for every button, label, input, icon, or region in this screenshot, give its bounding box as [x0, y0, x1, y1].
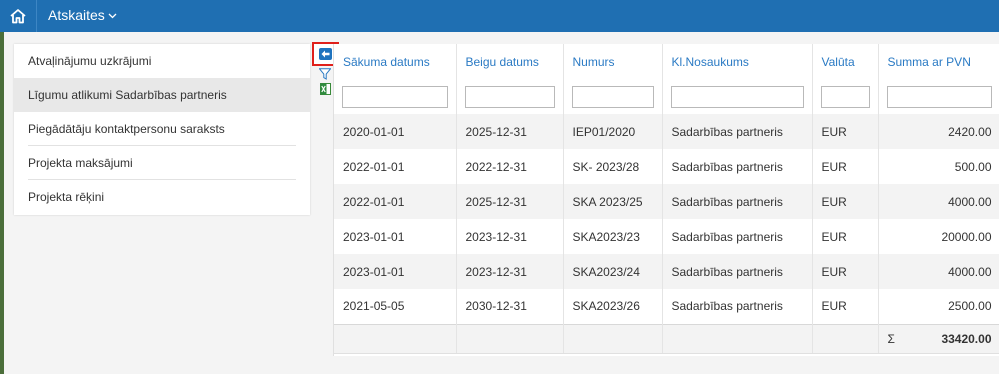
filter-start-date-input[interactable]	[342, 85, 448, 108]
table-row[interactable]: 2021-05-05 2030-12-31 SKA2023/26 Sadarbī…	[334, 289, 999, 324]
cell-currency: EUR	[812, 149, 879, 184]
filter-amount-input[interactable]	[886, 85, 992, 108]
filter-client-name-input[interactable]	[670, 85, 804, 108]
total-row: Σ 33420.00	[334, 323, 999, 354]
cell-currency: EUR	[812, 254, 879, 289]
cell-start-date: 2023-01-01	[334, 219, 457, 254]
cell-amount: 4000.00	[878, 254, 999, 289]
header-divider	[36, 0, 37, 32]
table-row[interactable]: 2020-01-01 2025-12-31 IEP01/2020 Sadarbī…	[334, 114, 999, 149]
report-item-contract-balances[interactable]: Līgumu atlikumi Sadarbības partneris	[14, 78, 310, 112]
table-row[interactable]: 2023-01-01 2023-12-31 SKA2023/24 Sadarbī…	[334, 254, 999, 289]
cell-number: SK- 2023/28	[563, 149, 663, 184]
header-row: Sākuma datums Beigu datums Numurs Kl.Nos…	[334, 44, 999, 79]
cell-currency: EUR	[812, 114, 879, 149]
cell-client-name: Sadarbības partneris	[662, 149, 813, 184]
filter-icon[interactable]	[319, 68, 331, 80]
cell-currency: EUR	[812, 219, 879, 254]
filter-currency-input[interactable]	[820, 85, 870, 108]
cell-start-date: 2021-05-05	[334, 289, 457, 324]
cell-end-date: 2030-12-31	[456, 289, 564, 324]
cell-amount: 20000.00	[878, 219, 999, 254]
report-item-vacation-accruals[interactable]: Atvaļinājumu uzkrājumi	[14, 44, 310, 78]
cell-end-date: 2025-12-31	[456, 114, 564, 149]
cell-client-name: Sadarbības partneris	[662, 114, 813, 149]
report-item-label: Atvaļinājumu uzkrājumi	[28, 54, 152, 68]
page-title: Atskaites	[48, 7, 105, 23]
total-value: 33420.00	[941, 331, 992, 346]
cell-start-date: 2020-01-01	[334, 114, 457, 149]
report-list: Atvaļinājumu uzkrājumi Līgumu atlikumi S…	[14, 44, 310, 215]
cell-amount: 4000.00	[878, 184, 999, 219]
sum-icon: Σ	[887, 331, 895, 346]
cell-amount: 2500.00	[878, 289, 999, 324]
cell-end-date: 2025-12-31	[456, 184, 564, 219]
report-item-label: Līgumu atlikumi Sadarbības partneris	[28, 88, 227, 102]
cell-currency: EUR	[812, 184, 879, 219]
cell-client-name: Sadarbības partneris	[662, 219, 813, 254]
cell-currency: EUR	[812, 289, 879, 324]
cell-start-date: 2022-01-01	[334, 184, 457, 219]
data-table: Sākuma datums Beigu datums Numurs Kl.Nos…	[334, 44, 999, 354]
table-row[interactable]: 2022-01-01 2025-12-31 SKA 2023/25 Sadarb…	[334, 184, 999, 219]
column-header-currency[interactable]: Valūta	[812, 44, 879, 79]
total-amount: Σ 33420.00	[878, 323, 999, 354]
report-item-project-payments[interactable]: Projekta maksājumi	[14, 146, 310, 180]
cell-end-date: 2022-12-31	[456, 149, 564, 184]
cell-number: SKA2023/24	[563, 254, 663, 289]
column-header-number[interactable]: Numurs	[563, 44, 663, 79]
top-bar: Atskaites	[0, 0, 999, 32]
filter-row	[334, 79, 999, 114]
table-row[interactable]: 2023-01-01 2023-12-31 SKA2023/23 Sadarbī…	[334, 219, 999, 254]
cell-number: SKA2023/23	[563, 219, 663, 254]
cell-amount: 500.00	[878, 149, 999, 184]
report-item-label: Projekta maksājumi	[28, 156, 133, 170]
reports-menu[interactable]: Atskaites	[48, 7, 117, 23]
cell-client-name: Sadarbības partneris	[662, 289, 813, 324]
cell-amount: 2420.00	[878, 114, 999, 149]
column-header-end-date[interactable]: Beigu datums	[456, 44, 564, 79]
column-header-amount-with-vat[interactable]: Summa ar PVN	[878, 44, 999, 79]
home-button[interactable]	[0, 0, 36, 32]
cell-start-date: 2022-01-01	[334, 149, 457, 184]
home-icon	[10, 9, 26, 24]
cell-start-date: 2023-01-01	[334, 254, 457, 289]
arrow-left-icon	[319, 48, 332, 60]
cell-number: IEP01/2020	[563, 114, 663, 149]
excel-icon[interactable]	[320, 83, 331, 95]
cell-client-name: Sadarbības partneris	[662, 184, 813, 219]
report-grid: Sākuma datums Beigu datums Numurs Kl.Nos…	[333, 44, 999, 356]
background-edge	[0, 32, 4, 374]
column-header-client-name[interactable]: Kl.Nosaukums	[662, 44, 813, 79]
filter-end-date-input[interactable]	[464, 85, 555, 108]
cell-client-name: Sadarbības partneris	[662, 254, 813, 289]
filter-number-input[interactable]	[571, 85, 654, 108]
report-item-label: Projekta rēķini	[28, 190, 105, 204]
cell-number: SKA2023/26	[563, 289, 663, 324]
cell-end-date: 2023-12-31	[456, 254, 564, 289]
table-row[interactable]: 2022-01-01 2022-12-31 SK- 2023/28 Sadarb…	[334, 149, 999, 184]
cell-number: SKA 2023/25	[563, 184, 663, 219]
report-item-label: Piegādātāju kontaktpersonu saraksts	[28, 122, 225, 136]
report-item-supplier-contacts[interactable]: Piegādātāju kontaktpersonu saraksts	[14, 112, 310, 146]
chevron-down-icon	[108, 13, 117, 18]
column-header-start-date[interactable]: Sākuma datums	[334, 44, 457, 79]
cell-end-date: 2023-12-31	[456, 219, 564, 254]
report-item-project-invoices[interactable]: Projekta rēķini	[14, 180, 310, 214]
